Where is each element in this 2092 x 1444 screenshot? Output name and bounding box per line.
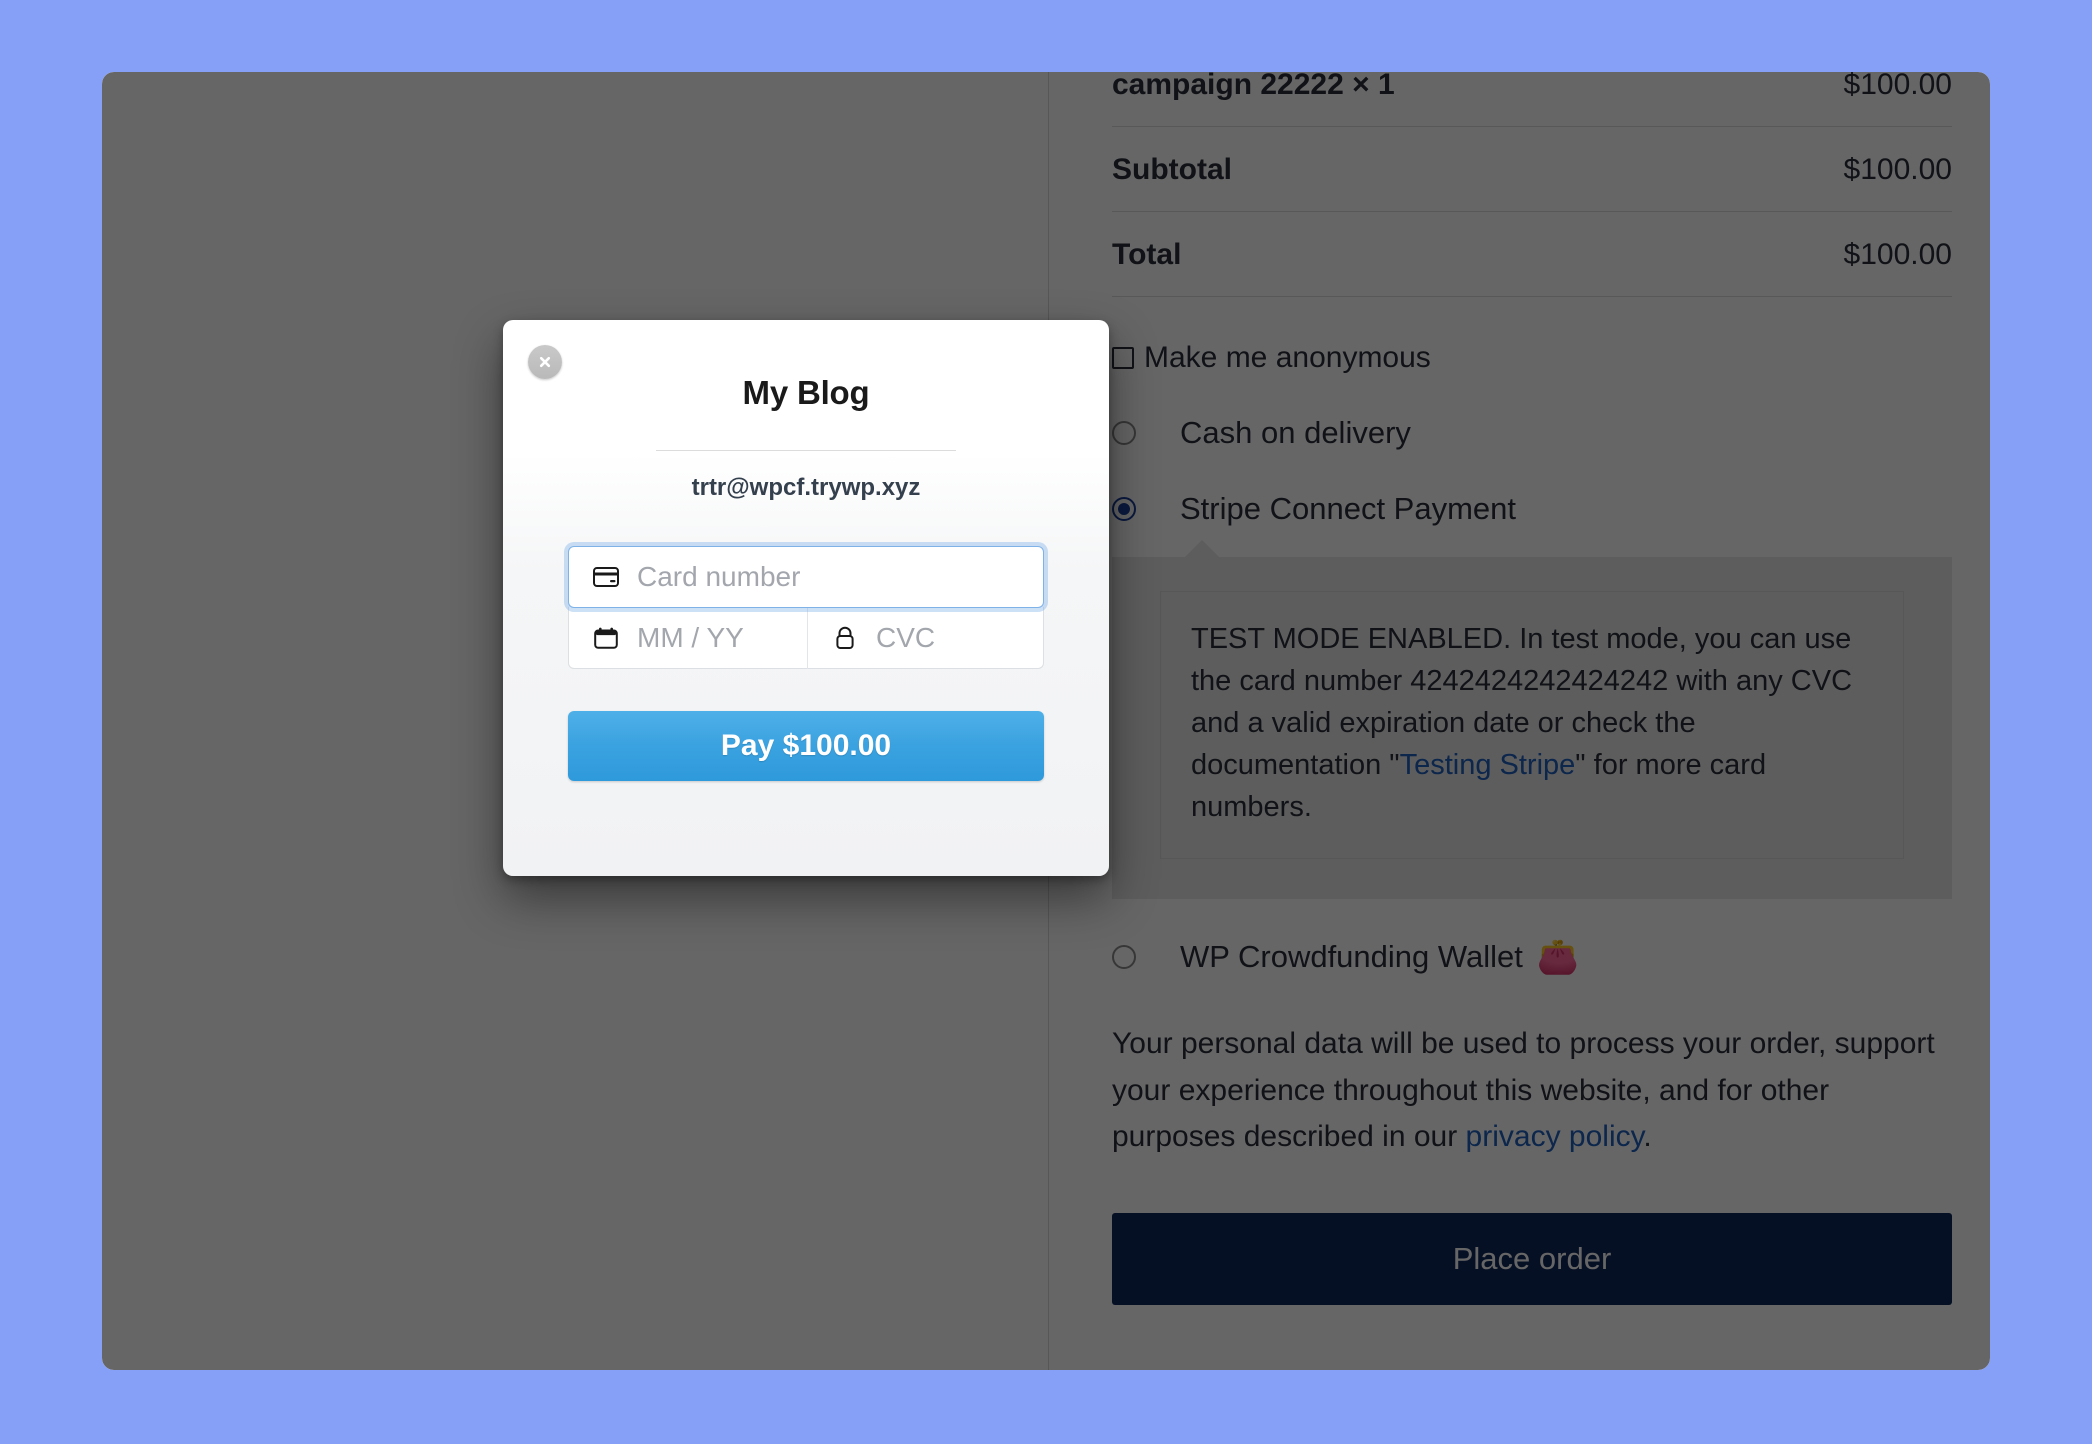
total-label: Total xyxy=(1112,238,1182,271)
stripe-test-mode-notice: TEST MODE ENABLED. In test mode, you can… xyxy=(1112,540,1952,900)
payment-method-label: Stripe Connect Payment xyxy=(1180,491,1517,526)
payment-method-wp-crowdfunding-wallet[interactable]: WP Crowdfunding Wallet 👛 xyxy=(1112,939,1952,975)
pay-button[interactable]: Pay $100.00 xyxy=(568,711,1044,781)
make-anonymous-checkbox[interactable] xyxy=(1112,347,1134,369)
stripe-checkout-modal: My Blog trtr@wpcf.trywp.xyz Card number xyxy=(503,320,1109,876)
payment-method-label: WP Crowdfunding Wallet xyxy=(1180,939,1523,975)
modal-divider xyxy=(656,450,956,451)
close-x-glyph xyxy=(539,356,551,368)
make-anonymous-checkbox-row[interactable]: Make me anonymous xyxy=(1112,341,1952,375)
cart-item-label: campaign 22222 × 1 xyxy=(1112,72,1395,101)
merchant-name: My Blog xyxy=(742,374,870,411)
payment-method-cash-on-delivery[interactable]: Cash on delivery xyxy=(1112,415,1952,451)
payment-method-label: Cash on delivery xyxy=(1180,415,1411,450)
calendar-icon xyxy=(591,627,621,649)
lock-glyph xyxy=(836,626,854,649)
table-row: Subtotal $100.00 xyxy=(1112,127,1952,212)
credit-card-icon xyxy=(591,567,621,587)
expiry-date-placeholder: MM / YY xyxy=(637,621,744,653)
table-row: Total $100.00 xyxy=(1112,212,1952,297)
radio-cash-on-delivery[interactable] xyxy=(1112,421,1136,445)
calendar-glyph xyxy=(594,627,618,649)
subtotal-label: Subtotal xyxy=(1112,153,1232,186)
card-number-input[interactable]: Card number xyxy=(568,546,1044,608)
privacy-policy-text: Your personal data will be used to proce… xyxy=(1112,1021,1952,1161)
card-number-placeholder: Card number xyxy=(637,561,801,592)
make-anonymous-label: Make me anonymous xyxy=(1144,341,1431,374)
privacy-text-after-link: . xyxy=(1643,1120,1652,1154)
place-order-button[interactable]: Place order xyxy=(1112,1212,1952,1305)
card-fields-group: Card number MM / YY CVC xyxy=(568,546,1044,669)
lock-icon xyxy=(830,626,860,650)
radio-wp-crowdfunding-wallet[interactable] xyxy=(1112,945,1136,970)
notice-arrow-icon xyxy=(1184,540,1220,558)
testing-stripe-link[interactable]: Testing Stripe xyxy=(1400,749,1576,781)
privacy-policy-link[interactable]: privacy policy xyxy=(1466,1120,1644,1153)
cart-item-amount: $100.00 xyxy=(1843,72,1952,101)
table-row: campaign 22222 × 1 $100.00 xyxy=(1112,72,1952,127)
cvc-placeholder: CVC xyxy=(876,621,936,653)
customer-email: trtr@wpcf.trywp.xyz xyxy=(691,474,921,501)
credit-card-glyph xyxy=(593,567,619,587)
radio-stripe-connect[interactable] xyxy=(1112,497,1136,521)
payment-method-stripe-connect[interactable]: Stripe Connect Payment xyxy=(1112,491,1952,527)
expiry-date-input[interactable]: MM / YY xyxy=(568,607,807,669)
order-review-panel: campaign 22222 × 1 $100.00 Subtotal $100… xyxy=(1112,72,1952,1305)
total-amount: $100.00 xyxy=(1843,238,1952,271)
close-icon[interactable] xyxy=(528,345,562,379)
stripe-test-mode-notice-box: TEST MODE ENABLED. In test mode, you can… xyxy=(1160,591,1904,860)
cvc-input[interactable]: CVC xyxy=(807,607,1044,669)
expiry-cvc-row: MM / YY CVC xyxy=(568,607,1044,669)
subtotal-amount: $100.00 xyxy=(1843,153,1952,186)
wallet-icon: 👛 xyxy=(1536,938,1580,977)
